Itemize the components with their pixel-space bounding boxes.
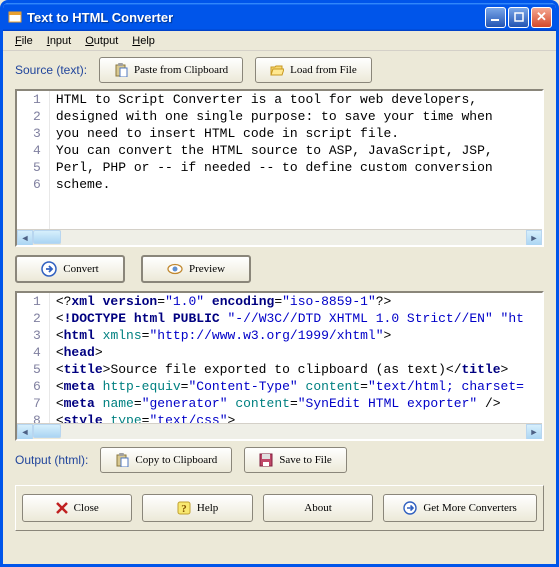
more-label: Get More Converters: [423, 502, 516, 514]
paste-clipboard-button[interactable]: Paste from Clipboard: [99, 57, 243, 83]
menubar: File Input Output Help: [3, 31, 556, 51]
window-title: Text to HTML Converter: [27, 10, 485, 25]
menu-file[interactable]: File: [9, 33, 39, 49]
menu-input[interactable]: Input: [41, 33, 77, 49]
floppy-disk-icon: [259, 453, 273, 467]
load-file-button[interactable]: Load from File: [255, 57, 372, 83]
scroll-left-button[interactable]: ◄: [17, 424, 33, 440]
help-label: Help: [197, 502, 218, 514]
svg-text:?: ?: [181, 503, 187, 515]
menu-output[interactable]: Output: [79, 33, 124, 49]
arrow-right-circle-icon: [403, 501, 417, 515]
clipboard-icon: [114, 63, 128, 77]
convert-button[interactable]: Convert: [15, 255, 125, 283]
minimize-button[interactable]: [485, 7, 506, 28]
scroll-track[interactable]: [61, 230, 526, 245]
scroll-right-button[interactable]: ►: [526, 230, 542, 246]
copy-label: Copy to Clipboard: [135, 454, 217, 466]
maximize-button[interactable]: [508, 7, 529, 28]
clipboard-icon: [115, 453, 129, 467]
app-window: Text to HTML Converter ✕ File Input Outp…: [0, 0, 559, 567]
output-gutter: 1 2 3 4 5 6 7 8 9: [17, 293, 50, 423]
output-code[interactable]: <?xml version="1.0" encoding="iso-8859-1…: [50, 293, 542, 423]
save-file-button[interactable]: Save to File: [244, 447, 347, 473]
about-button[interactable]: About: [263, 494, 373, 522]
output-hscrollbar[interactable]: ◄ ►: [17, 423, 542, 439]
paste-label: Paste from Clipboard: [134, 64, 228, 76]
scroll-right-button[interactable]: ►: [526, 424, 542, 440]
app-icon: [7, 9, 23, 25]
source-editor[interactable]: 1 2 3 4 5 6 HTML to Script Converter is …: [15, 89, 544, 247]
about-label: About: [304, 502, 332, 514]
titlebar[interactable]: Text to HTML Converter ✕: [3, 3, 556, 31]
scroll-track[interactable]: [61, 424, 526, 439]
source-gutter: 1 2 3 4 5 6: [17, 91, 50, 229]
close-label: Close: [74, 502, 99, 514]
copy-clipboard-button[interactable]: Copy to Clipboard: [100, 447, 232, 473]
source-hscrollbar[interactable]: ◄ ►: [17, 229, 542, 245]
source-label: Source (text):: [15, 63, 87, 77]
arrow-right-circle-icon: [41, 261, 57, 277]
window-controls: ✕: [485, 7, 552, 28]
source-code[interactable]: HTML to Script Converter is a tool for w…: [50, 91, 542, 229]
close-window-button[interactable]: ✕: [531, 7, 552, 28]
scroll-thumb[interactable]: [33, 424, 61, 438]
scroll-left-button[interactable]: ◄: [17, 230, 33, 246]
folder-open-icon: [270, 63, 284, 77]
source-toolbar: Source (text): Paste from Clipboard Load…: [3, 51, 556, 89]
more-converters-button[interactable]: Get More Converters: [383, 494, 537, 522]
bottom-bar: Close ? Help About Get More Converters: [15, 485, 544, 531]
help-icon: ?: [177, 501, 191, 515]
preview-label: Preview: [189, 263, 225, 275]
close-button[interactable]: Close: [22, 494, 132, 522]
action-row: Convert Preview: [3, 247, 556, 291]
menu-help[interactable]: Help: [126, 33, 161, 49]
output-toolbar: Output (html): Copy to Clipboard Save to…: [3, 441, 556, 479]
help-button[interactable]: ? Help: [142, 494, 252, 522]
save-label: Save to File: [279, 454, 332, 466]
output-editor[interactable]: 1 2 3 4 5 6 7 8 9 <?xml version="1.0" en…: [15, 291, 544, 441]
x-icon: [56, 502, 68, 514]
load-label: Load from File: [290, 64, 357, 76]
convert-label: Convert: [63, 263, 98, 275]
preview-button[interactable]: Preview: [141, 255, 251, 283]
scroll-thumb[interactable]: [33, 230, 61, 244]
output-label: Output (html):: [15, 453, 88, 467]
eye-icon: [167, 263, 183, 275]
